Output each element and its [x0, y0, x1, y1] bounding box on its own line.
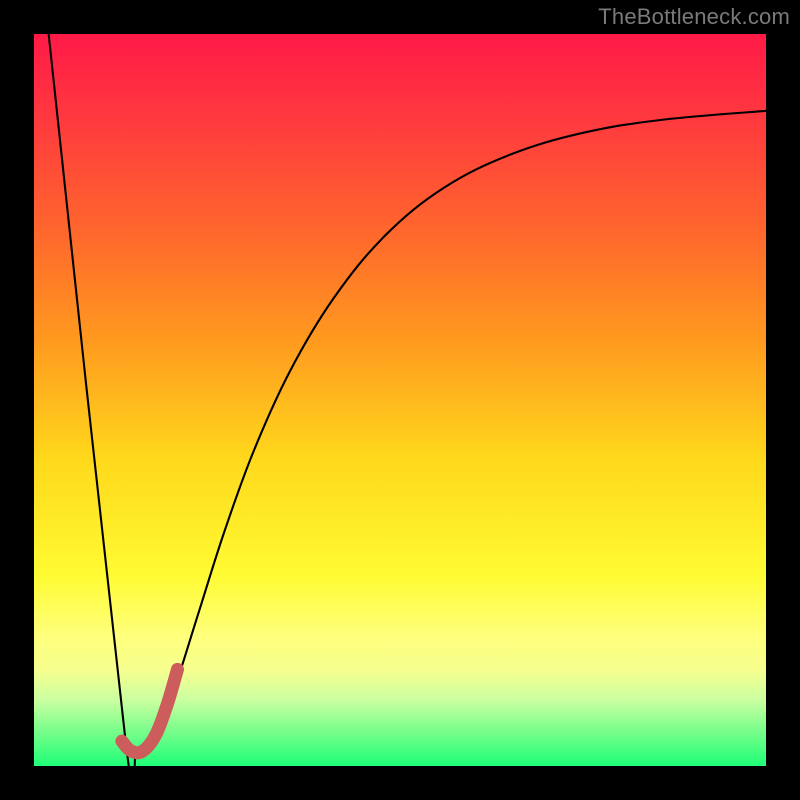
gradient-background [34, 34, 766, 766]
attribution-label: TheBottleneck.com [598, 4, 790, 30]
chart-frame: TheBottleneck.com [0, 0, 800, 800]
bottleneck-chart [34, 34, 766, 766]
plot-area [34, 34, 766, 766]
